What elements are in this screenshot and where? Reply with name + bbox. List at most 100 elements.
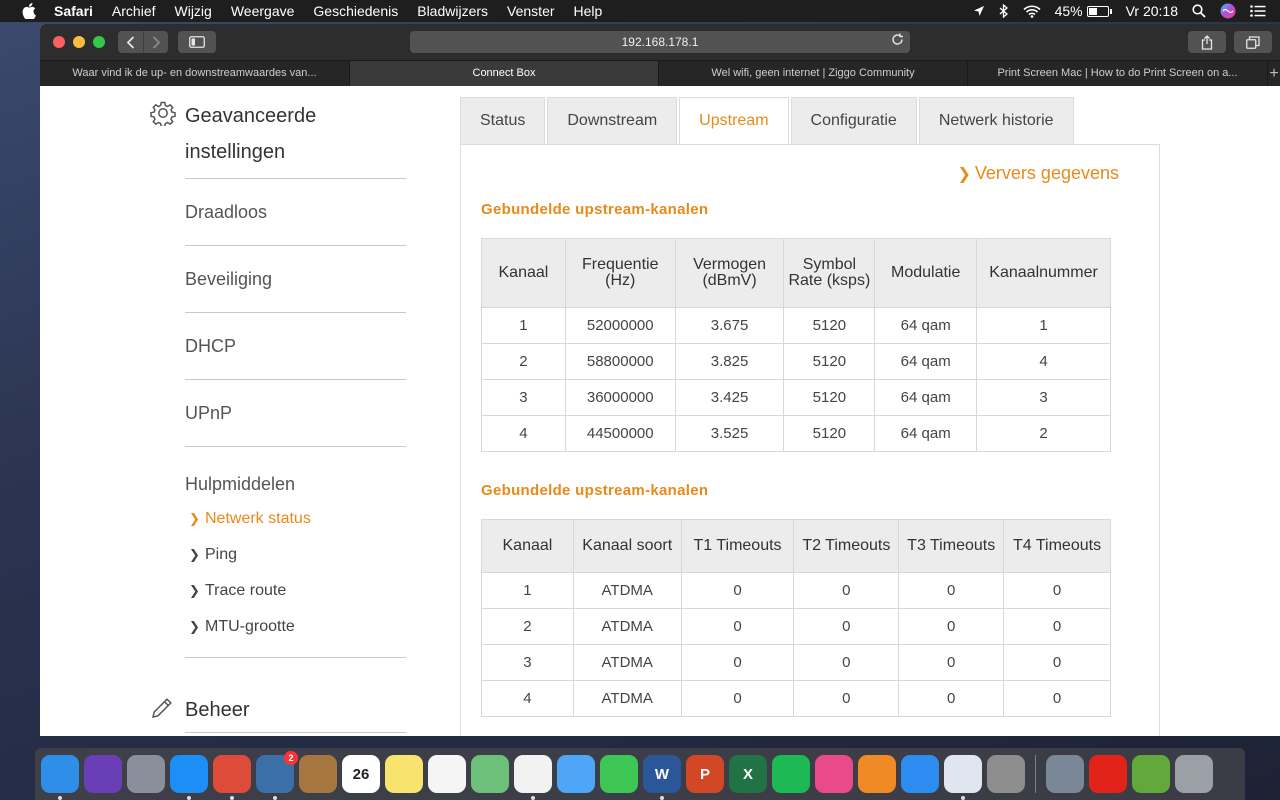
sidebar-item-upnp[interactable]: UPnP (150, 380, 410, 446)
menu-weergave[interactable]: Weergave (231, 3, 295, 19)
tab-status[interactable]: Status (460, 97, 546, 145)
preview-docs-icon[interactable] (944, 755, 982, 800)
turtle-icon[interactable] (1132, 755, 1170, 793)
column-header: Modulatie (874, 238, 978, 308)
gear-icon (150, 100, 176, 131)
sidebar-item-dhcp[interactable]: DHCP (150, 313, 410, 379)
tab-configuratie[interactable]: Configuratie (790, 97, 917, 145)
browser-tab[interactable]: Waar vind ik de up- en downstreamwaardes… (40, 61, 350, 86)
sidebar-subitem-ping[interactable]: ❯ Ping (185, 537, 410, 573)
bluetooth-icon[interactable] (999, 4, 1009, 18)
finder-icon[interactable] (41, 755, 79, 800)
table-cell: 0 (793, 608, 900, 645)
notification-center-icon[interactable] (1250, 5, 1266, 17)
itunes-icon[interactable] (815, 755, 853, 793)
calendar-icon[interactable]: 26 (342, 755, 380, 793)
powerpoint-icon[interactable]: P (686, 755, 724, 793)
menu-bladwijzers[interactable]: Bladwijzers (417, 3, 488, 19)
image-capture-icon[interactable] (1046, 755, 1084, 793)
chevron-right-icon (152, 35, 160, 49)
messages-icon[interactable] (557, 755, 595, 793)
running-indicator (187, 796, 191, 800)
contacts-icon[interactable] (299, 755, 337, 793)
spotlight-search-icon[interactable] (1192, 4, 1206, 18)
new-tab-button[interactable]: + (1268, 61, 1280, 86)
reminders-icon[interactable] (428, 755, 466, 793)
show-sidebar-button[interactable] (178, 31, 216, 53)
excel-icon[interactable]: X (729, 755, 767, 793)
wifi-icon[interactable] (1023, 5, 1041, 18)
menu-venster[interactable]: Venster (507, 3, 554, 19)
system-preferences-icon[interactable] (987, 755, 1025, 793)
notes-icon[interactable] (385, 755, 423, 793)
appstore-icon[interactable] (901, 755, 939, 793)
tab-downstream[interactable]: Downstream (547, 97, 678, 145)
chevron-right-icon: ❯ (189, 511, 200, 526)
minimize-window-button[interactable] (73, 36, 85, 48)
chevron-left-icon (126, 35, 135, 49)
trash-icon[interactable] (1175, 755, 1213, 793)
share-icon (1201, 34, 1213, 50)
clock[interactable]: Vr 20:18 (1126, 3, 1178, 19)
browser-tab[interactable]: Print Screen Mac | How to do Print Scree… (968, 61, 1268, 86)
facetime-icon[interactable] (600, 755, 638, 793)
address-bar[interactable]: 192.168.178.1 (410, 31, 910, 53)
sidebar-group-title[interactable]: Hulpmiddelen (185, 473, 410, 495)
spotify-icon[interactable] (772, 755, 810, 793)
menu-help[interactable]: Help (574, 3, 603, 19)
maps-icon[interactable] (471, 755, 509, 793)
chevron-right-icon: ❯ (957, 166, 971, 183)
battery-indicator[interactable]: 45% (1055, 3, 1112, 19)
show-all-tabs-button[interactable] (1234, 31, 1272, 53)
sidebar-section-title[interactable]: Beheer (185, 658, 410, 728)
tab-upstream[interactable]: Upstream (679, 97, 789, 145)
tab-netwerk-historie[interactable]: Netwerk historie (918, 97, 1074, 145)
table-cell: 1 (481, 572, 574, 609)
browser-tab[interactable]: Wel wifi, geen internet | Ziggo Communit… (659, 61, 968, 86)
refresh-data-link[interactable]: ❯ Ververs gegevens (958, 163, 1120, 184)
siri-icon[interactable] (84, 755, 122, 793)
sidebar-subitem-mtu-grootte[interactable]: ❯ MTU-grootte (185, 609, 410, 645)
siri-menu-icon[interactable] (1220, 3, 1236, 19)
safari-icon[interactable] (170, 755, 208, 800)
menu-app-name[interactable]: Safari (54, 3, 93, 19)
sidebar-subitem-trace-route[interactable]: ❯ Trace route (185, 573, 410, 609)
table-cell: 2 (481, 343, 566, 380)
reload-icon[interactable] (891, 31, 904, 53)
table-cell: 64 qam (874, 415, 978, 452)
photos-icon[interactable] (514, 755, 552, 800)
table-row: 3 ATDMA 0 0 0 0 (481, 644, 1111, 681)
menu-wijzig[interactable]: Wijzig (175, 3, 212, 19)
close-window-button[interactable] (53, 36, 65, 48)
table-cell: 0 (1003, 608, 1111, 645)
location-icon[interactable] (973, 5, 985, 17)
apple-menu-icon[interactable] (20, 2, 38, 20)
dock-separator (1035, 755, 1036, 793)
back-button[interactable] (118, 31, 143, 53)
table-cell: 3.825 (674, 343, 785, 380)
battery-icon (1086, 5, 1109, 17)
ibooks-icon[interactable] (858, 755, 896, 793)
word-icon[interactable]: W (643, 755, 681, 800)
chrome-icon[interactable] (213, 755, 251, 800)
upstream-timeouts-table: Kanaal Kanaal soort T1 Timeouts T2 Timeo… (481, 519, 1111, 717)
window-controls (53, 36, 113, 48)
sidebar-section-title: Geavanceerde instellingen (185, 105, 317, 163)
sidebar-item-draadloos[interactable]: Draadloos (150, 179, 410, 245)
refresh-label: Ververs gegevens (974, 163, 1119, 183)
menu-geschiedenis[interactable]: Geschiedenis (313, 3, 398, 19)
table-cell: 64 qam (874, 307, 978, 344)
menu-archief[interactable]: Archief (112, 3, 156, 19)
acrobat-icon[interactable] (1089, 755, 1127, 793)
sidebar-subitem-netwerk-status[interactable]: ❯ Netwerk status (185, 501, 410, 537)
subitem-label: Trace route (205, 582, 287, 599)
sidebar-item-beveiliging[interactable]: Beveiliging (150, 246, 410, 312)
running-indicator (58, 796, 62, 800)
preview-icon[interactable]: 2 (256, 751, 298, 800)
forward-button[interactable] (143, 31, 168, 53)
table-caption: Gebundelde upstream-kanalen (481, 201, 709, 218)
launchpad-icon[interactable] (127, 755, 165, 793)
fullscreen-window-button[interactable] (93, 36, 105, 48)
share-button[interactable] (1188, 31, 1226, 53)
browser-tab-active[interactable]: Connect Box (350, 61, 659, 86)
